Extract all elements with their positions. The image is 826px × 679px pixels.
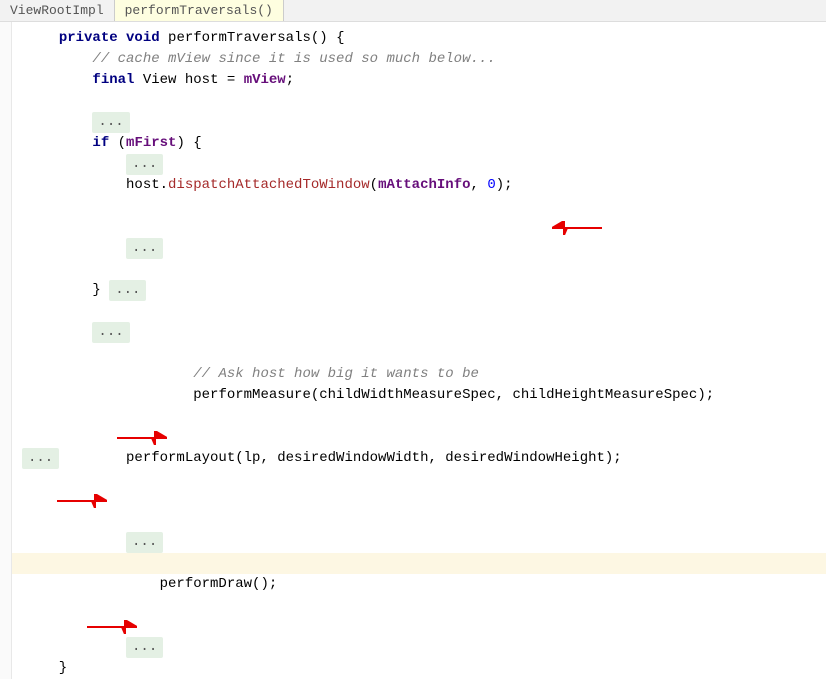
var-mview: mView bbox=[244, 72, 286, 88]
code-line: private void performTraversals() { bbox=[12, 28, 826, 49]
keyword-final: final bbox=[92, 72, 134, 88]
code-editor[interactable]: private void performTraversals() { // ca… bbox=[0, 22, 826, 679]
fold-marker[interactable]: ... bbox=[126, 154, 163, 175]
code-line: // Ask host how big it wants to be bbox=[12, 364, 826, 385]
comment: // Ask host how big it wants to be bbox=[193, 366, 479, 382]
var-mfirst: mFirst bbox=[126, 135, 176, 151]
call-draw: performDraw(); bbox=[160, 576, 278, 592]
fold-marker[interactable]: ... bbox=[92, 322, 129, 343]
breadcrumb-class[interactable]: ViewRootImpl bbox=[0, 0, 115, 21]
code-line: host.dispatchAttachedToWindow(mAttachInf… bbox=[12, 175, 826, 238]
arrow-icon bbox=[117, 389, 167, 403]
code-line: ... bbox=[12, 154, 826, 175]
fold-marker[interactable]: ... bbox=[126, 637, 163, 658]
arrow-icon bbox=[87, 578, 137, 592]
code-line bbox=[12, 91, 826, 112]
var: host bbox=[185, 72, 219, 88]
keyword-void: void bbox=[126, 30, 160, 46]
call-measure: performMeasure(childWidthMeasureSpec, ch… bbox=[193, 387, 714, 403]
code-line: } bbox=[12, 658, 826, 679]
var-attachinfo: mAttachInfo bbox=[378, 177, 470, 193]
code-line: // cache mView since it is used so much … bbox=[12, 49, 826, 70]
code-line: performMeasure(childWidthMeasureSpec, ch… bbox=[12, 385, 826, 448]
code-line: if (mFirst) { bbox=[12, 133, 826, 154]
code-line bbox=[12, 259, 826, 280]
num-zero: 0 bbox=[487, 177, 495, 193]
code-line: ... bbox=[12, 112, 826, 133]
code-line bbox=[12, 301, 826, 322]
call-layout: performLayout(lp, desiredWindowWidth, de… bbox=[126, 450, 622, 466]
fold-marker[interactable]: ... bbox=[109, 280, 146, 301]
arrow-icon bbox=[57, 452, 107, 466]
fold-marker[interactable]: ... bbox=[126, 532, 163, 553]
code-line: performLayout(lp, desiredWindowWidth, de… bbox=[12, 448, 826, 511]
code-line bbox=[12, 553, 826, 574]
breadcrumb-method[interactable]: performTraversals() bbox=[115, 0, 284, 21]
code-line: final View host = mView; bbox=[12, 70, 826, 91]
code-line: ... bbox=[12, 238, 826, 259]
type: View bbox=[143, 72, 177, 88]
keyword-if: if bbox=[92, 135, 109, 151]
code-line bbox=[12, 511, 826, 532]
fold-marker[interactable]: ... bbox=[92, 112, 129, 133]
code-line: performDraw(); bbox=[12, 574, 826, 637]
code-line bbox=[12, 343, 826, 364]
method-name: performTraversals bbox=[168, 30, 311, 46]
breadcrumb: ViewRootImpl performTraversals() bbox=[0, 0, 826, 22]
editor-gutter bbox=[0, 22, 12, 679]
code-line: } ... bbox=[12, 280, 826, 301]
arrow-icon bbox=[552, 179, 602, 193]
code-line: ... bbox=[12, 637, 826, 658]
code-line: ... bbox=[12, 532, 826, 553]
keyword-private: private bbox=[59, 30, 118, 46]
code-line: ... bbox=[12, 322, 826, 343]
fold-marker[interactable]: ... bbox=[126, 238, 163, 259]
call-dispatch: dispatchAttachedToWindow bbox=[168, 177, 370, 193]
comment: // cache mView since it is used so much … bbox=[92, 51, 495, 67]
